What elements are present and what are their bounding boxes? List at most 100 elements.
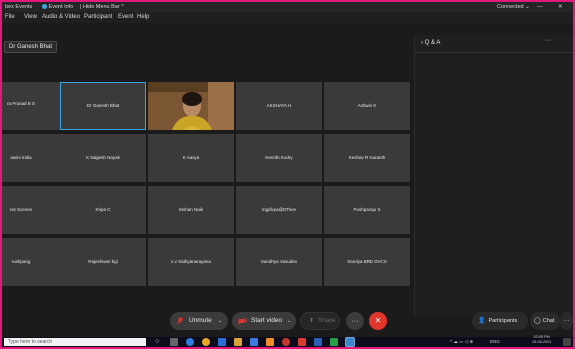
app-title: bex Events: [5, 4, 33, 10]
menu-bar: File View Audio & Video Participant Even…: [2, 12, 573, 23]
info-icon: [42, 4, 47, 10]
chevron-down-icon: ⌄: [217, 318, 222, 324]
leave-button[interactable]: ✕: [369, 312, 387, 330]
language-indicator[interactable]: ENG: [490, 337, 500, 347]
start-video-label: Start video: [251, 317, 283, 324]
participant-name: Rajeshwari bgi: [88, 259, 118, 264]
search-icon[interactable]: ○: [155, 338, 163, 346]
qa-title: Q & A: [424, 40, 441, 46]
menu-help[interactable]: Help: [137, 12, 149, 23]
participant-tile[interactable]: Sandya BRE DVCS: [324, 238, 410, 286]
notifications-icon[interactable]: [563, 338, 571, 346]
store-icon[interactable]: [218, 338, 226, 346]
active-speaker-label: Dr Ganesh Bhat: [4, 41, 58, 53]
chevron-right-icon: ›: [421, 40, 423, 46]
participant-tile[interactable]: Sandhya Vasudev: [236, 238, 322, 286]
clock[interactable]: 02:05 PM 25-06-2021: [532, 335, 551, 345]
connection-label: Connected: [497, 4, 524, 10]
participant-name: Kenrith Kodry: [265, 155, 293, 160]
participant-name: awini India: [10, 155, 32, 160]
unmute-button[interactable]: Unmute ⌄: [170, 312, 228, 330]
connection-status[interactable]: Connected ⌄: [497, 2, 530, 12]
close-window-button[interactable]: ✕: [558, 2, 563, 12]
participant-tile[interactable]: nis Scenes: [2, 186, 64, 234]
webex-events-icon[interactable]: [345, 337, 355, 347]
qa-divider: [415, 52, 573, 53]
participant-tile[interactable]: Rajeshwari bgi: [60, 238, 146, 286]
webex-window: bex Events Event Info | Hide Menu Bar ^ …: [2, 2, 573, 347]
participant-tile[interactable]: AKSHAYA H: [236, 82, 322, 130]
chat-button[interactable]: ◯ Chat: [530, 312, 560, 330]
participant-name: Sandhya Vasudev: [260, 259, 298, 264]
firefox-icon[interactable]: [282, 338, 290, 346]
system-tray-icons[interactable]: ^ ☁ ▭ ◁ ⊕: [450, 337, 473, 347]
webex-icon[interactable]: [330, 338, 338, 346]
participant-tile[interactable]: Keshav R Karanth: [324, 134, 410, 182]
more-panels-button[interactable]: ···: [560, 312, 573, 330]
chat-icon: ◯: [534, 318, 541, 324]
app-icon[interactable]: [266, 338, 274, 346]
menu-event[interactable]: Event: [118, 12, 133, 23]
participant-name: mgdivya@DTkev: [261, 207, 297, 212]
menu-file[interactable]: File: [5, 12, 15, 23]
meeting-controls: Unmute ⌄ Start video ⌄ ⬆ Share ··· ✕ 👤 P…: [2, 307, 573, 337]
share-button[interactable]: ⬆ Share: [300, 312, 340, 330]
menu-participant[interactable]: Participant: [84, 12, 112, 23]
participant-name: ra Prasad B S: [6, 101, 35, 106]
participant-tile[interactable]: awini India: [2, 134, 64, 182]
video-off-icon: [238, 317, 247, 325]
qa-panel-header[interactable]: › Q & A: [421, 40, 440, 46]
taskbar-search-input[interactable]: Type here to search: [4, 338, 146, 346]
participant-name: AKSHAYA H: [266, 103, 292, 108]
participant-tile[interactable]: Mohan Naik: [148, 186, 234, 234]
participant-tile[interactable]: rushpang: [2, 238, 64, 286]
menu-audio-video[interactable]: Audio & Video: [42, 12, 80, 23]
minimize-button[interactable]: —: [537, 2, 543, 12]
participant-tile[interactable]: mgdivya@DTkev: [236, 186, 322, 234]
chevron-down-icon: ⌄: [525, 4, 530, 10]
share-icon: ⬆: [309, 318, 315, 324]
file-explorer-icon[interactable]: [234, 338, 242, 346]
participant-tile[interactable]: Dr Ganesh Bhat: [60, 82, 146, 130]
participant-tile[interactable]: Kenrith Kodry: [236, 134, 322, 182]
participants-button[interactable]: 👤 Participants: [472, 312, 528, 330]
participant-tile[interactable]: K Aasya: [148, 134, 234, 182]
mail-icon[interactable]: [250, 338, 258, 346]
event-info-label: Event Info: [48, 4, 74, 10]
pdf-reader-icon[interactable]: [298, 338, 306, 346]
hide-menu-bar-button[interactable]: | Hide Menu Bar ^: [80, 2, 124, 12]
word-icon[interactable]: [314, 338, 322, 346]
more-options-button[interactable]: ···: [346, 312, 364, 330]
participant-tile[interactable]: Kripa C: [60, 186, 146, 234]
participant-name: Sandya BRE DVCS: [347, 259, 387, 264]
edge-browser-icon[interactable]: [186, 338, 194, 346]
participant-name: K Aasya: [182, 155, 200, 160]
participant-name: Pushparaju S: [353, 207, 381, 212]
participant-tile[interactable]: Ashwin K: [324, 82, 410, 130]
participant-name: nis Scenes: [9, 207, 32, 212]
participant-name: Dr Ganesh Bhat: [86, 103, 120, 108]
participant-name: rushpang: [11, 259, 31, 264]
participant-tile[interactable]: ra Prasad B Sns: [2, 82, 64, 130]
participant-tile[interactable]: K Nagesh Nayak: [60, 134, 146, 182]
event-info-link[interactable]: Event Info: [42, 2, 73, 12]
menu-view[interactable]: View: [24, 12, 37, 23]
participant-video-tile[interactable]: [148, 82, 234, 130]
chevron-up-icon: ^: [121, 4, 124, 10]
microphone-muted-icon: [176, 317, 184, 325]
qa-more-button[interactable]: ···: [545, 37, 552, 44]
chevron-down-icon: ⌄: [287, 318, 292, 324]
clock-date: 25-06-2021: [532, 340, 552, 344]
participant-tile[interactable]: Pushparaju S: [324, 186, 410, 234]
chrome-icon[interactable]: [202, 338, 210, 346]
participant-name: Keshav R Karanth: [348, 155, 386, 160]
close-icon: ✕: [374, 316, 382, 325]
participant-name: s v Sathyanarayana: [171, 259, 211, 264]
participant-name: Mohan Naik: [178, 207, 203, 212]
title-bar: bex Events Event Info | Hide Menu Bar ^ …: [2, 2, 573, 12]
start-video-button[interactable]: Start video ⌄: [232, 312, 296, 330]
participant-name: K Nagesh Nayak: [86, 155, 120, 160]
participant-tile[interactable]: s v Sathyanarayana: [148, 238, 234, 286]
task-view-icon[interactable]: [170, 338, 178, 346]
separator: |: [80, 4, 82, 10]
